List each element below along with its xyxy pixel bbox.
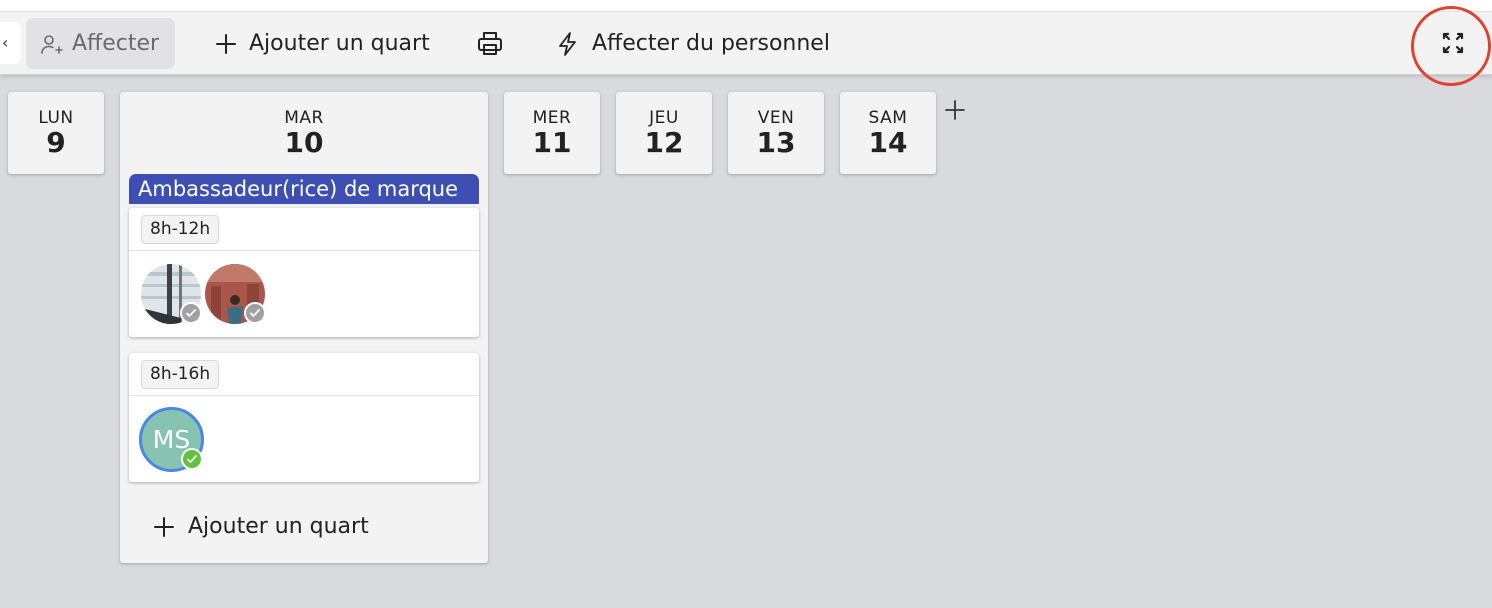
plus-icon <box>154 516 174 537</box>
check-icon <box>187 455 197 464</box>
assign-staff-label: Affecter du personnel <box>592 31 830 56</box>
affecter-button[interactable]: Affecter <box>26 18 175 69</box>
day-name: JEU <box>649 108 679 128</box>
day-number: 12 <box>644 126 684 159</box>
status-confirmed-badge <box>181 448 203 470</box>
print-button[interactable] <box>476 18 504 69</box>
day-name: LUN <box>38 108 74 128</box>
status-pending-badge <box>244 302 266 324</box>
lightning-icon <box>559 31 576 56</box>
expand-icon <box>1442 32 1464 54</box>
status-pending-badge <box>180 302 202 324</box>
top-strip <box>0 0 1492 12</box>
day-header-jeu[interactable]: JEU 12 <box>616 92 712 174</box>
add-shift-button[interactable]: Ajouter un quart <box>215 18 430 69</box>
role-header[interactable]: Ambassadeur(rice) de marque <box>129 174 479 204</box>
check-icon <box>186 309 196 318</box>
day-name: SAM <box>868 108 908 128</box>
plus-icon <box>216 33 236 54</box>
day-number: 11 <box>532 126 572 159</box>
add-shift-column-button[interactable]: Ajouter un quart <box>153 514 369 539</box>
shift-header: 8h-12h <box>129 208 479 251</box>
assign-staff-button[interactable]: Affecter du personnel <box>556 18 830 69</box>
day-column-mar: MAR 10 Ambassadeur(rice) de marque 8h-12… <box>120 92 488 563</box>
day-header-mer[interactable]: MER 11 <box>504 92 600 174</box>
assigned-staff: MS <box>129 396 479 482</box>
day-header-ven[interactable]: VEN 13 <box>728 92 824 174</box>
check-icon <box>250 309 260 318</box>
print-icon <box>478 31 502 55</box>
shift-card[interactable]: 8h-12h <box>129 208 479 337</box>
day-header-sam[interactable]: SAM 14 <box>840 92 936 174</box>
previous-segment-button[interactable]: ‹ <box>0 22 21 64</box>
shift-time-badge: 8h-12h <box>141 215 220 244</box>
day-name: VEN <box>757 108 795 128</box>
shift-time-badge: 8h-16h <box>141 360 220 389</box>
toolbar: ‹ Affecter Ajouter un quart Affecter du … <box>0 12 1492 75</box>
assigned-staff <box>129 251 479 337</box>
day-number: 14 <box>868 126 908 159</box>
day-number: 13 <box>756 126 796 159</box>
day-number: 9 <box>46 126 66 159</box>
day-name: MER <box>532 108 572 128</box>
add-day-button[interactable] <box>944 98 966 126</box>
add-shift-label: Ajouter un quart <box>188 514 369 539</box>
shift-header: 8h-16h <box>129 353 479 396</box>
day-header-lun[interactable]: LUN 9 <box>8 92 104 174</box>
add-shift-label: Ajouter un quart <box>249 31 430 56</box>
fullscreen-button[interactable] <box>1436 26 1470 60</box>
affecter-label: Affecter <box>72 31 160 56</box>
shift-card[interactable]: 8h-16h MS <box>129 353 479 482</box>
user-assign-icon <box>41 34 63 54</box>
plus-icon <box>945 100 965 120</box>
day-number: 10 <box>284 126 324 159</box>
day-name: MAR <box>284 108 324 128</box>
segment-glyph: ‹ <box>2 33 9 52</box>
